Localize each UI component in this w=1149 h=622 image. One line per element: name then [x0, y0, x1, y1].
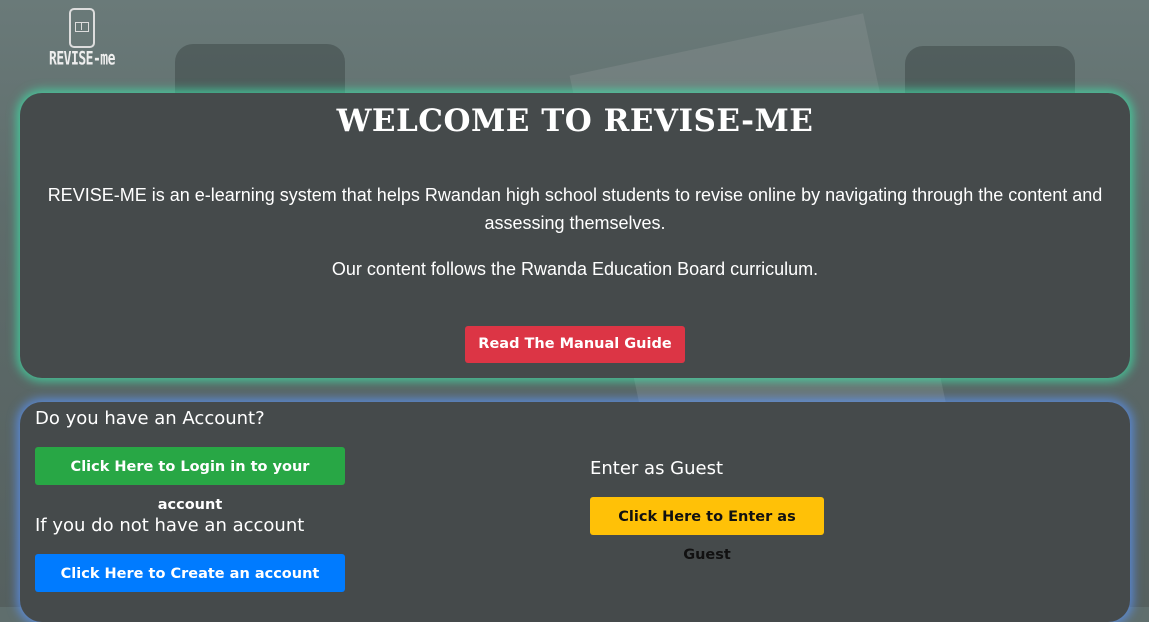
have-account-label: Do you have an Account?: [35, 408, 265, 429]
account-panel: Do you have an Account? Click Here to Lo…: [20, 402, 1130, 622]
guest-label: Enter as Guest: [590, 458, 724, 479]
intro-paragraph: REVISE-ME is an e-learning system that h…: [47, 185, 1103, 233]
logo-text: REVISE-me: [49, 49, 115, 70]
logo[interactable]: REVISE-me: [46, 8, 118, 70]
login-button[interactable]: Click Here to Login in to your account: [35, 447, 345, 513]
create-account-button[interactable]: Click Here to Create an account: [35, 554, 345, 592]
guest-button[interactable]: Click Here to Enter as Guest: [590, 497, 824, 563]
no-account-label: If you do not have an account: [35, 515, 305, 536]
page-title: WELCOME TO REVISE-ME: [336, 103, 814, 139]
curriculum-paragraph: Our content follows the Rwanda Education…: [331, 259, 819, 279]
phone-book-icon: [69, 8, 95, 48]
welcome-panel: WELCOME TO REVISE-ME REVISE-ME is an e-l…: [20, 93, 1130, 378]
manual-guide-button[interactable]: Read The Manual Guide: [465, 326, 685, 363]
